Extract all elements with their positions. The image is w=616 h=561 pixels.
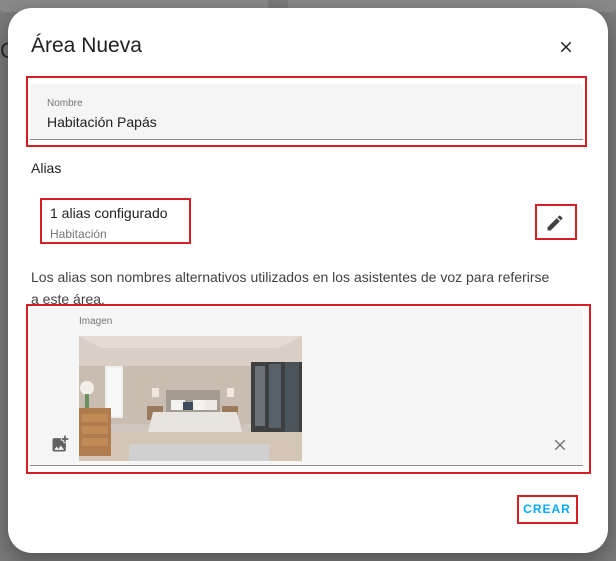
highlight-box (517, 495, 578, 524)
dialog-title: Área Nueva (31, 34, 142, 57)
aliases-section-label: Alias (31, 160, 62, 176)
new-area-dialog: Área Nueva Nombre Habitación Papás Alias… (8, 8, 608, 553)
highlight-box (535, 204, 577, 240)
close-icon (560, 41, 572, 53)
highlight-box (26, 76, 587, 147)
highlight-box (26, 304, 591, 474)
highlight-box (40, 198, 191, 244)
close-button[interactable] (553, 34, 579, 60)
